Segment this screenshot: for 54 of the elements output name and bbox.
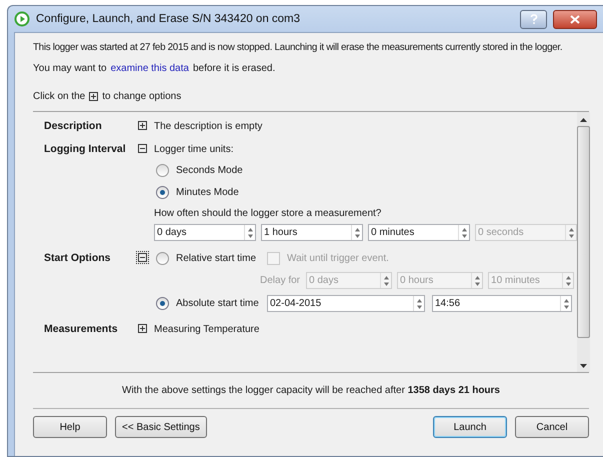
spinner-arrows-icon[interactable] — [413, 296, 424, 311]
close-button[interactable] — [553, 10, 597, 28]
spin-field[interactable]: 1 hours — [261, 224, 363, 241]
instruction-text: Click on the — [33, 91, 86, 102]
spinner-arrows-icon[interactable] — [244, 225, 255, 240]
scrollbar[interactable] — [577, 112, 590, 372]
dialog-button[interactable]: Launch — [433, 416, 507, 438]
spinner-arrows-icon[interactable] — [458, 225, 469, 240]
units-label: Logger time units: — [154, 143, 234, 155]
radio-button[interactable] — [156, 186, 169, 199]
capacity-message: With the above settings the logger capacity will be reached after 1358 days 21 hours — [33, 373, 589, 409]
section-label: Logging Interval — [44, 142, 127, 155]
close-icon — [570, 14, 580, 24]
section-summary: Measuring Temperature — [154, 323, 260, 335]
window-title: Configure, Launch, and Erase S/N 343420 on com3 — [36, 13, 300, 25]
spinner-arrows-icon[interactable] — [560, 296, 571, 311]
play-icon — [14, 11, 30, 27]
delay-label: Delay for — [260, 275, 300, 286]
question-label: How often should the logger store a measurement? — [154, 208, 382, 219]
radio-label: Minutes Mode — [176, 187, 239, 198]
radio-button[interactable] — [156, 297, 169, 310]
expand-button[interactable] — [136, 119, 149, 132]
dialog-button[interactable]: Help — [33, 416, 107, 438]
section-label: Measurements — [44, 322, 119, 335]
spin-field[interactable]: 0 minutes — [368, 224, 470, 241]
instruction-text: to change options — [102, 91, 182, 102]
scroll-up-icon[interactable] — [580, 118, 587, 122]
radio-label: Seconds Mode — [176, 165, 243, 176]
spin-field[interactable]: 0 days — [154, 224, 256, 241]
section-label: Start Options — [44, 251, 112, 264]
collapse-button[interactable] — [136, 251, 149, 264]
radio-button[interactable] — [156, 252, 169, 265]
collapse-button[interactable] — [136, 142, 149, 155]
radio-button[interactable] — [156, 164, 169, 177]
radio-label: Relative start time — [176, 253, 258, 264]
expand-icon — [89, 92, 98, 101]
help-button[interactable] — [520, 10, 547, 28]
checkbox-label: Wait until trigger event. — [287, 253, 389, 264]
scrollbar-thumb[interactable] — [577, 126, 590, 338]
scroll-down-icon[interactable] — [580, 364, 587, 368]
hint-text: You may want to — [33, 63, 107, 74]
info-message: This logger was started at 27 feb 2015 and is now stopped. Launching it will erase the measurements currently stored in the logger. — [33, 41, 562, 54]
dialog-button[interactable]: Cancel — [515, 416, 589, 438]
spin-field[interactable]: 14:56 — [432, 295, 572, 312]
section-summary: The description is empty — [154, 120, 264, 132]
expand-button[interactable] — [136, 322, 149, 335]
radio-label: Absolute start time — [176, 298, 260, 309]
hint-text: before it is erased. — [192, 63, 276, 74]
examine-data-link[interactable]: examine this data — [110, 63, 189, 74]
question-icon — [530, 14, 538, 24]
dialog-button[interactable]: << Basic Settings — [115, 416, 207, 438]
spinner-arrows-icon[interactable] — [351, 225, 362, 240]
spin-field[interactable]: 02-04-2015 — [267, 295, 425, 312]
section-label: Description — [44, 119, 103, 132]
